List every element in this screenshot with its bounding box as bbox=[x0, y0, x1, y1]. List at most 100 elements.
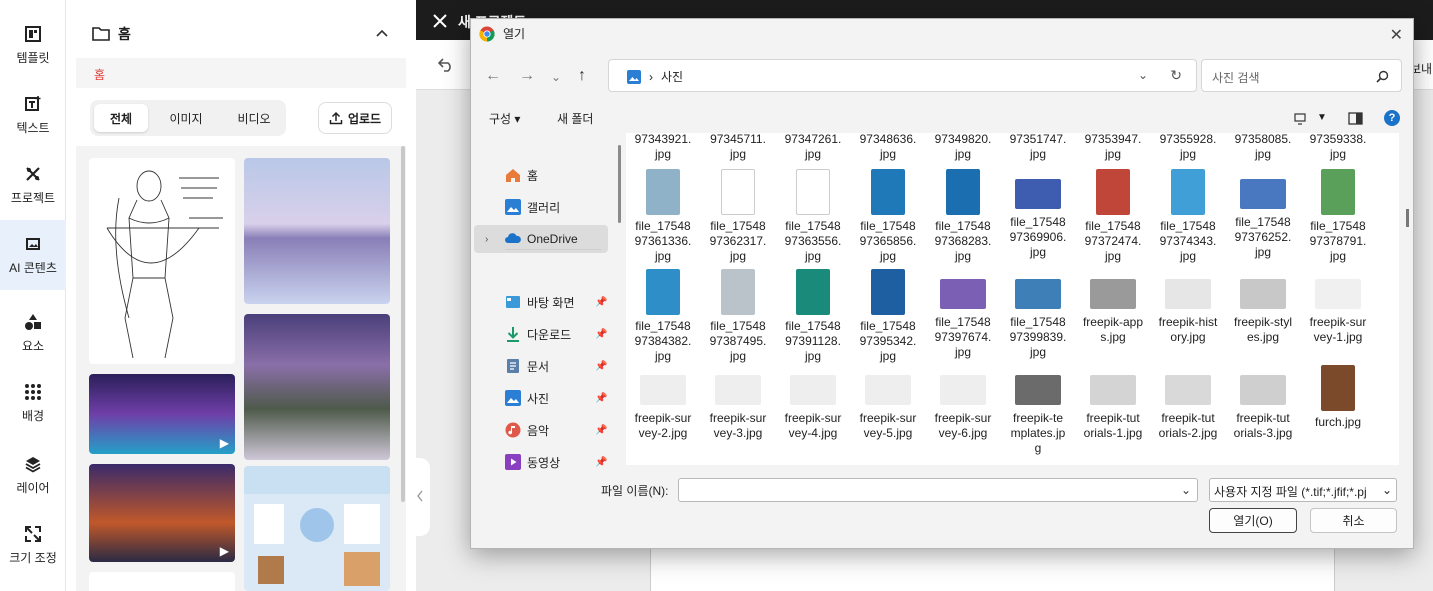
nav-item-documents[interactable]: 문서 📌 bbox=[471, 352, 607, 380]
file-item[interactable]: 97347261. jpg bbox=[776, 133, 850, 162]
file-item[interactable]: file_17548 97378791. jpg bbox=[1301, 169, 1375, 264]
asset-infographic[interactable] bbox=[244, 466, 390, 591]
pin-icon[interactable]: 📌 bbox=[595, 297, 607, 308]
file-item[interactable]: freepik-sur vey-1.jpg bbox=[1301, 269, 1375, 345]
file-item[interactable]: freepik-tut orials-3.jpg bbox=[1226, 365, 1300, 441]
file-item[interactable]: freepik-hist ory.jpg bbox=[1151, 269, 1225, 345]
rail-elements[interactable]: 요소 bbox=[0, 298, 66, 368]
file-item[interactable]: freepik-te mplates.jp g bbox=[1001, 365, 1075, 456]
panel-toggle-tab[interactable] bbox=[412, 458, 430, 536]
open-button[interactable]: 열기(O) bbox=[1209, 508, 1297, 533]
new-folder-button[interactable]: 새 폴더 bbox=[557, 110, 593, 127]
filter-videos[interactable]: 비디오 bbox=[222, 104, 286, 132]
pin-icon[interactable]: 📌 bbox=[595, 393, 607, 404]
organize-menu[interactable]: 구성 ▾ bbox=[489, 110, 520, 127]
chevron-up-icon[interactable] bbox=[374, 26, 390, 42]
back-arrow-icon[interactable]: ← bbox=[485, 67, 501, 85]
panel-scrollbar[interactable] bbox=[401, 146, 405, 502]
preview-pane-icon[interactable] bbox=[1348, 112, 1363, 125]
cancel-button[interactable]: 취소 bbox=[1310, 508, 1397, 533]
close-icon[interactable]: ✕ bbox=[1390, 25, 1403, 45]
file-item[interactable]: 97348636. jpg bbox=[851, 133, 925, 162]
file-item[interactable]: freepik-sur vey-3.jpg bbox=[701, 365, 775, 441]
nav-item-downloads[interactable]: 다운로드 📌 bbox=[471, 320, 607, 348]
rail-text[interactable]: 텍스트 bbox=[0, 80, 66, 150]
file-item[interactable]: file_17548 97372474. jpg bbox=[1076, 169, 1150, 264]
asset-partial[interactable] bbox=[89, 572, 235, 591]
asset-alien-video[interactable]: ▶ bbox=[89, 374, 235, 454]
file-item[interactable]: file_17548 97361336. jpg bbox=[626, 169, 700, 264]
filename-dropdown-icon[interactable]: ⌄ bbox=[1181, 483, 1191, 497]
up-arrow-icon[interactable]: ↑ bbox=[578, 67, 586, 85]
filter-all[interactable]: 전체 bbox=[94, 104, 148, 132]
filter-images[interactable]: 이미지 bbox=[154, 104, 218, 132]
breadcrumb-item[interactable]: 홈 bbox=[94, 66, 105, 83]
filename-input[interactable]: ⌄ bbox=[678, 478, 1198, 502]
file-item[interactable]: file_17548 97395342. jpg bbox=[851, 269, 925, 364]
file-item[interactable]: 97345711. jpg bbox=[701, 133, 775, 162]
file-item[interactable]: file_17548 97387495. jpg bbox=[701, 269, 775, 364]
file-item[interactable]: freepik-styl es.jpg bbox=[1226, 269, 1300, 345]
expand-chevron-icon[interactable]: › bbox=[485, 234, 505, 245]
file-item[interactable]: freepik-tut orials-1.jpg bbox=[1076, 365, 1150, 441]
upload-button[interactable]: 업로드 bbox=[318, 102, 392, 134]
address-dropdown-icon[interactable]: ⌄ bbox=[1138, 68, 1148, 82]
rail-resize[interactable]: 크기 조정 bbox=[0, 510, 66, 580]
nav-item-pictures[interactable]: 사진 📌 bbox=[471, 384, 607, 412]
view-options-icon[interactable] bbox=[1294, 113, 1308, 125]
search-box[interactable]: 사진 검색 bbox=[1201, 59, 1402, 92]
file-item[interactable]: file_17548 97369906. jpg bbox=[1001, 169, 1075, 260]
file-item[interactable]: 97358085. jpg bbox=[1226, 133, 1300, 162]
nav-item-videos[interactable]: 동영상 📌 bbox=[471, 448, 607, 476]
view-dropdown-icon[interactable]: ▼ bbox=[1317, 112, 1327, 123]
rail-ai-content[interactable]: AI 콘텐츠 bbox=[0, 220, 66, 290]
file-item[interactable]: freepik-sur vey-4.jpg bbox=[776, 365, 850, 441]
forward-arrow-icon[interactable]: → bbox=[519, 67, 535, 85]
asset-lake-landscape[interactable] bbox=[244, 158, 390, 304]
file-item[interactable]: file_17548 97384382. jpg bbox=[626, 269, 700, 364]
address-folder[interactable]: 사진 bbox=[661, 68, 683, 85]
address-bar[interactable]: › 사진 ⌄ ↻ bbox=[608, 59, 1197, 92]
nav-scrollbar[interactable] bbox=[618, 145, 621, 223]
refresh-icon[interactable]: ↻ bbox=[1170, 67, 1182, 84]
file-item[interactable]: 97359338. jpg bbox=[1301, 133, 1375, 162]
file-item[interactable]: freepik-sur vey-5.jpg bbox=[851, 365, 925, 441]
rail-templates[interactable]: 템플릿 bbox=[0, 10, 66, 80]
file-item[interactable]: freepik-tut orials-2.jpg bbox=[1151, 365, 1225, 441]
file-item[interactable]: file_17548 97363556. jpg bbox=[776, 169, 850, 264]
file-item[interactable]: file_17548 97376252. jpg bbox=[1226, 169, 1300, 260]
file-item[interactable]: file_17548 97399839. jpg bbox=[1001, 269, 1075, 360]
nav-item-desktop[interactable]: 바탕 화면 📌 bbox=[471, 288, 607, 316]
file-item[interactable]: freepik-sur vey-6.jpg bbox=[926, 365, 1000, 441]
rail-layers[interactable]: 레이어 bbox=[0, 440, 66, 510]
asset-monsters-video[interactable]: ▶ bbox=[89, 464, 235, 562]
file-item[interactable]: file_17548 97365856. jpg bbox=[851, 169, 925, 264]
asset-floating-islands[interactable] bbox=[244, 314, 390, 460]
file-item[interactable]: freepik-app s.jpg bbox=[1076, 269, 1150, 345]
file-item[interactable]: 97349820. jpg bbox=[926, 133, 1000, 162]
file-item[interactable]: furch.jpg bbox=[1301, 365, 1375, 430]
asset-sketch-archer[interactable] bbox=[89, 158, 235, 364]
recent-locations-chevron-icon[interactable]: ⌄ bbox=[551, 70, 561, 84]
file-item[interactable]: freepik-sur vey-2.jpg bbox=[626, 365, 700, 441]
pin-icon[interactable]: 📌 bbox=[595, 329, 607, 340]
filetype-select[interactable]: 사용자 지정 파일 (*.tif;*.jfif;*.pj ⌄ bbox=[1209, 478, 1397, 502]
undo-icon[interactable] bbox=[438, 58, 454, 72]
file-item[interactable]: file_17548 97368283. jpg bbox=[926, 169, 1000, 264]
help-icon[interactable]: ? bbox=[1384, 110, 1400, 126]
pin-icon[interactable]: 📌 bbox=[595, 361, 607, 372]
file-item[interactable]: file_17548 97391128. jpg bbox=[776, 269, 850, 364]
pin-icon[interactable]: 📌 bbox=[595, 457, 607, 468]
file-list-scrollbar[interactable] bbox=[1406, 209, 1409, 227]
rail-backgrounds[interactable]: 배경 bbox=[0, 368, 66, 438]
nav-item-gallery[interactable]: 갤러리 bbox=[471, 193, 607, 221]
rail-projects[interactable]: 프로젝트 bbox=[0, 150, 66, 220]
file-item[interactable]: 97353947. jpg bbox=[1076, 133, 1150, 162]
file-item[interactable]: file_17548 97374343. jpg bbox=[1151, 169, 1225, 264]
nav-item-music[interactable]: 음악 📌 bbox=[471, 416, 607, 444]
nav-item-home[interactable]: 홈 bbox=[471, 161, 607, 189]
pin-icon[interactable]: 📌 bbox=[595, 425, 607, 436]
file-item[interactable]: 97343921. jpg bbox=[626, 133, 700, 162]
file-item[interactable]: file_17548 97362317. jpg bbox=[701, 169, 775, 264]
file-item[interactable]: file_17548 97397674. jpg bbox=[926, 269, 1000, 360]
